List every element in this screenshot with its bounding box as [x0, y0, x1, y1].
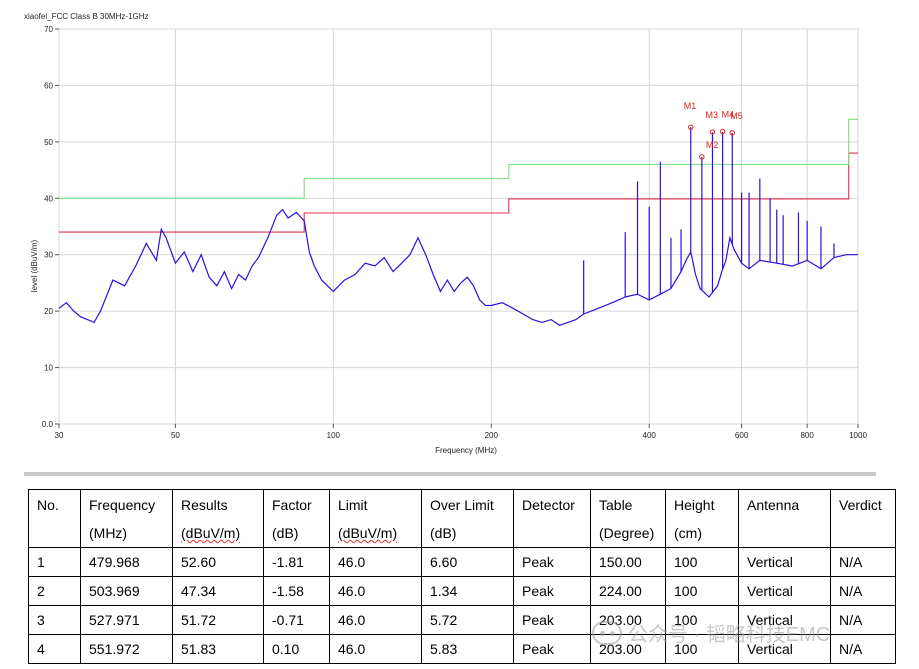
wechat-icon [592, 620, 622, 645]
col-frequency: Frequency (MHz) [80, 489, 173, 548]
col-no: No. [28, 489, 81, 548]
y-tick-label: 50 [44, 138, 53, 147]
x-axis-title: Frequency (MHz) [435, 446, 497, 455]
watermark-text: 公众号 · 韬略科技EMC [628, 624, 831, 646]
col-height: Height (cm) [665, 489, 739, 548]
marker-label: M1 [684, 101, 697, 111]
x-tick-label: 600 [735, 431, 749, 440]
marker-label: M5 [730, 111, 743, 121]
watermark: 公众号 · 韬略科技EMC [592, 618, 830, 647]
table-row: 1 479.968 52.60 -1.81 46.0 6.60 Peak 150.00 100 V… [28, 547, 896, 577]
marker-label: M3 [705, 110, 718, 120]
x-tick-label: 400 [643, 431, 657, 440]
col-antenna: Antenna [738, 489, 831, 548]
y-tick-label: 30 [44, 251, 53, 260]
table-row: 2 503.969 47.34 -1.58 46.0 1.34 Peak 224.00 100 V… [28, 576, 896, 606]
col-limit: Limit (dBuV/m) [329, 489, 422, 548]
y-tick-label: 20 [44, 307, 53, 316]
col-verdict: Verdict [830, 489, 896, 548]
col-factor: Factor (dB) [263, 489, 330, 548]
x-tick-label: 200 [485, 431, 499, 440]
section-divider [24, 472, 876, 476]
x-tick-label: 30 [55, 431, 64, 440]
x-tick-label: 800 [800, 431, 814, 440]
col-over-limit: Over Limit (dB) [421, 489, 514, 548]
col-table: Table (Degree) [590, 489, 666, 548]
marker-label: M2 [706, 140, 719, 150]
emi-chart: xiaofei_FCC Class B 30MHz-1GHz 0.0 10 20 30… [24, 12, 867, 455]
col-detector: Detector [513, 489, 591, 548]
plot-area [58, 28, 859, 425]
y-tick-label: 40 [44, 194, 53, 203]
x-tick-label: 50 [171, 431, 180, 440]
y-tick-label: 0.0 [42, 420, 54, 429]
y-tick-label: 10 [44, 364, 53, 373]
y-axis-title: level (dBuV/m) [30, 239, 39, 292]
col-results: Results (dBuV/m) [172, 489, 264, 548]
table-header-row: No. Frequency (MHz) Results (dBuV/m) Facto… [28, 489, 896, 548]
y-tick-label: 70 [44, 25, 53, 34]
x-tick-label: 1000 [849, 431, 867, 440]
chart-title: xiaofei_FCC Class B 30MHz-1GHz [24, 12, 148, 21]
y-tick-label: 60 [44, 81, 53, 90]
x-tick-label: 100 [327, 431, 341, 440]
